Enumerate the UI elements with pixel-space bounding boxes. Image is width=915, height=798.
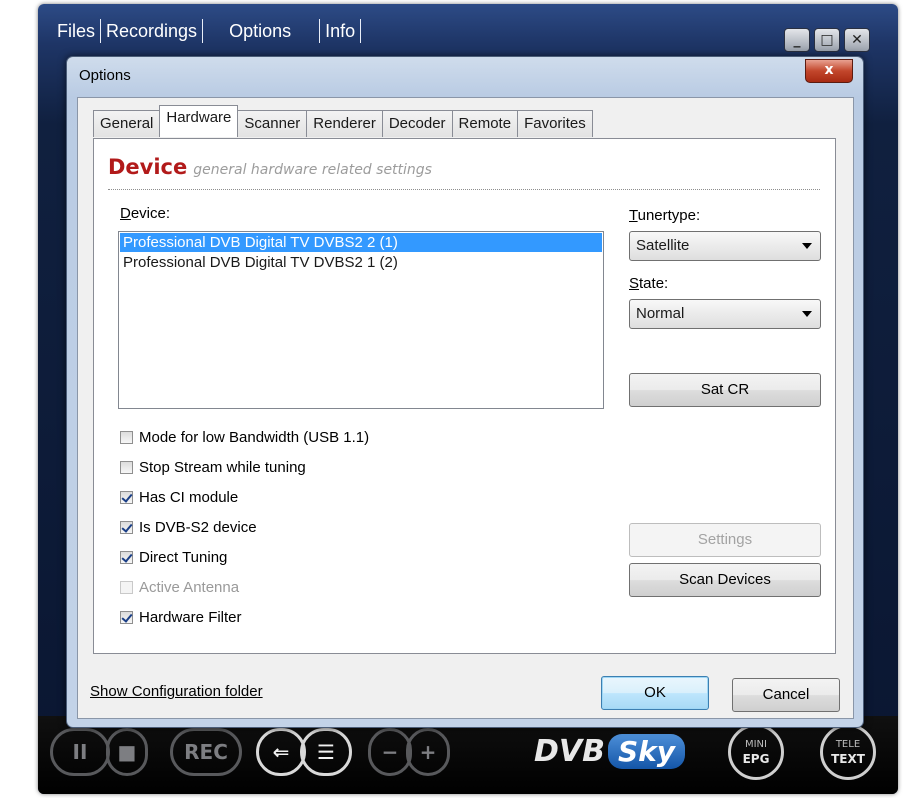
tab-favorites[interactable]: Favorites [517,110,593,137]
checkbox-active-antenna-label: Active Antenna [139,578,240,596]
checkbox-low-bandwidth-box[interactable] [120,430,133,444]
volume-up-button[interactable]: + [406,728,450,776]
device-label-text: evice: [130,205,171,222]
tab-general[interactable]: General [93,110,161,137]
checkbox-stop-stream[interactable]: Stop Stream while tuning [120,457,306,477]
ok-button[interactable]: OK [601,676,709,710]
settings-button: Settings [629,523,821,557]
tab-renderer[interactable]: Renderer [306,110,383,137]
section-title: Device [108,155,188,179]
cancel-button[interactable]: Cancel [732,678,840,712]
state-select[interactable]: Normal [629,299,821,329]
chevron-down-icon [802,243,812,249]
checkbox-ci-module-label: Has CI module [139,488,239,506]
tunertype-label-text: unertype: [637,207,701,224]
state-label-mnemonic: S [629,275,640,292]
tab-hardware[interactable]: Hardware [159,105,239,137]
dialog-close-button[interactable]: x [805,59,853,83]
hardware-tab-page: Device general hardware related settings … [93,138,836,654]
checkbox-stop-stream-label: Stop Stream while tuning [139,458,306,476]
menu-files[interactable]: Files [52,19,102,43]
show-configuration-folder-link[interactable]: Show Configuration folder [90,683,263,700]
section-divider [108,189,820,190]
checkbox-active-antenna-box [120,580,133,594]
device-label: Device: [120,205,170,222]
tab-strip: General Hardware Scanner Renderer Decode… [93,105,593,137]
sky-logo: Sky [608,734,686,769]
checkbox-low-bandwidth-label: Mode for low Bandwidth (USB 1.1) [139,428,370,446]
sat-cr-button[interactable]: Sat CR [629,373,821,407]
state-label-text: tate: [639,275,669,292]
player-menubar: Files Recordings Options Info [52,16,362,46]
state-label: State: [629,275,668,292]
checkbox-low-bandwidth[interactable]: Mode for low Bandwidth (USB 1.1) [120,427,369,447]
tab-decoder[interactable]: Decoder [381,110,453,137]
device-listbox[interactable]: Professional DVB Digital TV DVBS2 2 (1) … [118,231,604,409]
checkbox-active-antenna: Active Antenna [120,577,239,597]
device-list-item-selected[interactable]: Professional DVB Digital TV DVBS2 2 (1) [120,233,602,252]
device-label-mnemonic: D [120,205,131,222]
dialog-title: Options [79,67,131,84]
checkbox-hardware-filter-label: Hardware Filter [139,608,242,626]
state-value: Normal [636,305,685,322]
checkbox-direct-tuning-box[interactable] [120,550,133,564]
checkbox-dvb-s2[interactable]: Is DVB-S2 device [120,517,257,537]
back-button[interactable]: ⇐ [256,728,306,776]
checkbox-ci-module-box[interactable] [120,490,133,504]
tunertype-label-mnemonic: T [629,207,638,224]
checkbox-stop-stream-box[interactable] [120,460,133,474]
chevron-down-icon [802,311,812,317]
scan-devices-button[interactable]: Scan Devices [629,563,821,597]
tunertype-value: Satellite [636,237,690,254]
close-button[interactable]: ✕ [844,28,870,52]
dvb-logo: DVB [534,734,605,769]
checkbox-hardware-filter[interactable]: Hardware Filter [120,607,242,627]
checkbox-hardware-filter-box[interactable] [120,610,133,624]
section-subtitle: general hardware related settings [193,162,432,178]
section-header: Device general hardware related settings [108,155,432,179]
checkbox-direct-tuning-label: Direct Tuning [139,548,228,566]
menu-recordings[interactable]: Recordings [101,19,204,43]
tunertype-select[interactable]: Satellite [629,231,821,261]
stop-button[interactable]: ■ [106,728,148,776]
record-button[interactable]: REC [170,728,242,776]
channel-list-button[interactable]: ☰ [300,728,352,776]
mini-epg-button[interactable]: MINI EPG [728,724,784,780]
checkbox-direct-tuning[interactable]: Direct Tuning [120,547,227,567]
tab-remote[interactable]: Remote [451,110,519,137]
dialog-client-area: General Hardware Scanner Renderer Decode… [77,97,854,719]
minimize-button[interactable]: _ [784,28,810,52]
checkbox-dvb-s2-box[interactable] [120,520,133,534]
tab-scanner[interactable]: Scanner [237,110,308,137]
teletext-bottom-label: TEXT [831,752,865,766]
menu-info[interactable]: Info [320,19,362,43]
checkbox-ci-module[interactable]: Has CI module [120,487,238,507]
options-dialog: Options x General Hardware Scanner Rende… [66,56,864,728]
mini-epg-top-label: MINI [744,739,767,750]
teletext-button[interactable]: TELE TEXT [820,724,876,780]
menu-options[interactable]: Options [203,19,321,43]
maximize-button[interactable]: □ [814,28,840,52]
mini-epg-bottom-label: EPG [742,752,770,766]
tunertype-label: Tunertype: [629,207,700,224]
teletext-top-label: TELE [835,739,861,750]
checkbox-dvb-s2-label: Is DVB-S2 device [139,518,257,536]
device-list-item[interactable]: Professional DVB Digital TV DVBS2 1 (2) [120,253,602,272]
pause-button[interactable]: II [50,728,110,776]
